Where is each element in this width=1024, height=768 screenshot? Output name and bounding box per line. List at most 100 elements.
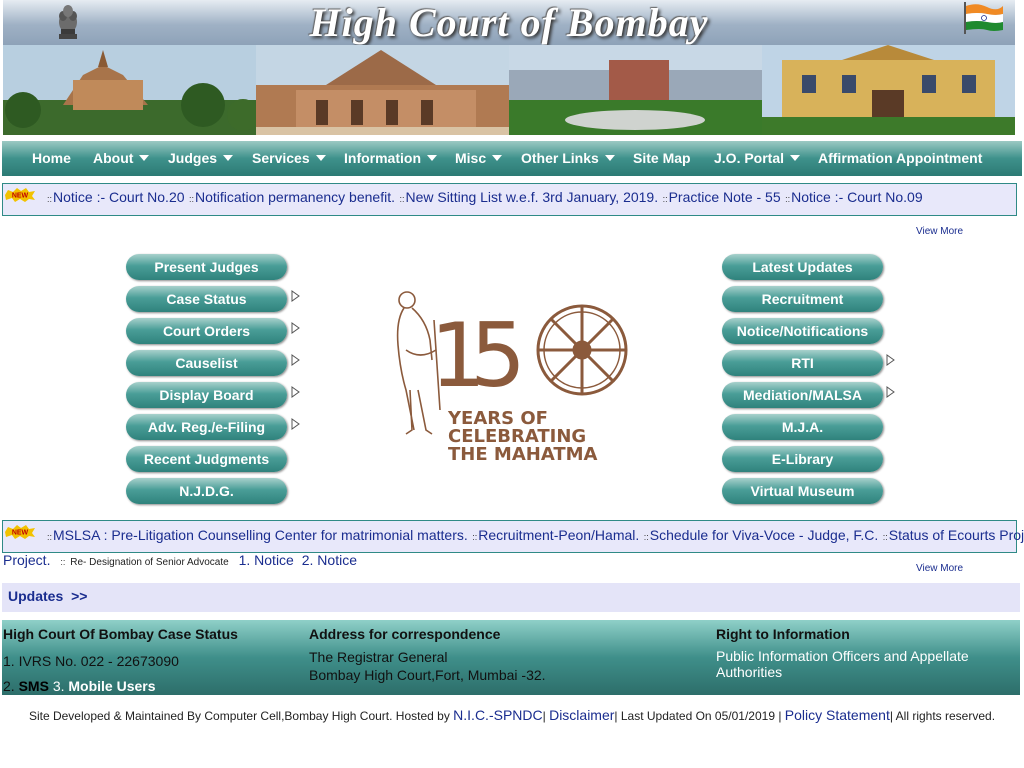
submenu-arrow-icon[interactable] [291, 386, 300, 398]
address-title: Address for correspondence [309, 626, 501, 642]
disclaimer-link[interactable]: Disclaimer [549, 707, 614, 723]
btn-virtual-museum[interactable]: Virtual Museum [722, 478, 883, 504]
item-number: 3. [52, 678, 65, 694]
ticker-link[interactable]: Recruitment-Peon/Hamal. [478, 527, 639, 543]
india-flag-icon [964, 2, 1003, 34]
notice-link-1[interactable]: 1. Notice [239, 552, 294, 568]
btn-present-judges[interactable]: Present Judges [126, 254, 287, 280]
btn-display-board[interactable]: Display Board [126, 382, 287, 408]
ticker-link[interactable]: Notice :- Court No.20 [53, 189, 185, 205]
button-label: M.J.A. [781, 419, 824, 435]
logo-line-3: THE MAHATMA [448, 444, 598, 462]
button-label: Virtual Museum [750, 483, 855, 499]
btn-njdg[interactable]: N.J.D.G. [126, 478, 287, 504]
nav-home[interactable]: Home [32, 141, 71, 176]
logo-5: 5 [470, 304, 526, 407]
separator: :: [47, 194, 53, 204]
nav-about[interactable]: About [93, 141, 150, 176]
button-label: Notice/Notifications [736, 323, 869, 339]
ticker-link[interactable]: MSLSA : Pre-Litigation Counselling Cente… [53, 527, 468, 543]
updates-text: Updates [8, 588, 64, 604]
nav-label: Misc [455, 150, 487, 166]
button-label: Latest Updates [752, 259, 853, 275]
nav-other-links[interactable]: Other Links [521, 141, 615, 176]
separator: :: [882, 532, 888, 542]
nav-label: Affirmation Appointment [818, 150, 983, 166]
nav-label: Home [32, 150, 71, 166]
notice-link-2[interactable]: 2. Notice [302, 552, 357, 568]
nav-site-map[interactable]: Site Map [633, 141, 691, 176]
building-photo-4 [762, 45, 1015, 135]
building-photo-3 [509, 45, 762, 135]
button-label: Display Board [159, 387, 254, 403]
nav-misc[interactable]: Misc [455, 141, 503, 176]
btn-mja[interactable]: M.J.A. [722, 414, 883, 440]
mobile-users-link[interactable]: Mobile Users [68, 678, 155, 694]
button-label: Court Orders [162, 323, 251, 339]
ticker-link[interactable]: Project. [3, 552, 50, 568]
button-label: Recruitment [761, 291, 844, 307]
last-updated-text: Last Updated On 05/01/2019 | [620, 709, 782, 723]
btn-latest-updates[interactable]: Latest Updates [722, 254, 883, 280]
ticker-link[interactable]: Status of Ecourts Project. [889, 527, 1024, 543]
submenu-arrow-icon[interactable] [291, 354, 300, 366]
rti-officers-link[interactable]: Public Information Officers and Appellat… [716, 648, 1006, 680]
btn-causelist[interactable]: Causelist [126, 350, 287, 376]
ticker-link[interactable]: New Sitting List w.e.f. 3rd January, 201… [405, 189, 658, 205]
view-more-link-top[interactable]: View More [916, 226, 963, 237]
nav-label: J.O. Portal [714, 150, 785, 166]
double-arrow-icon: >> [71, 588, 88, 604]
btn-notice-notifications[interactable]: Notice/Notifications [722, 318, 883, 344]
separator: :: [785, 194, 791, 204]
chevron-down-icon [223, 155, 234, 161]
button-label: N.J.D.G. [179, 483, 234, 499]
nav-services[interactable]: Services [252, 141, 326, 176]
btn-e-library[interactable]: E-Library [722, 446, 883, 472]
ticker-link[interactable]: Notice :- Court No.09 [791, 189, 923, 205]
footer-info-panel: High Court Of Bombay Case Status 1. IVRS… [2, 620, 1020, 695]
nav-affirmation-appointment[interactable]: Affirmation Appointment [818, 141, 982, 176]
separator: :: [399, 194, 405, 204]
nav-jo-portal[interactable]: J.O. Portal [714, 141, 801, 176]
policy-statement-link[interactable]: Policy Statement [785, 707, 890, 723]
btn-recruitment[interactable]: Recruitment [722, 286, 883, 312]
submenu-arrow-icon[interactable] [291, 322, 300, 334]
btn-court-orders[interactable]: Court Orders [126, 318, 287, 344]
submenu-arrow-icon[interactable] [886, 386, 895, 398]
button-label: Present Judges [154, 259, 259, 275]
btn-recent-judgments[interactable]: Recent Judgments [126, 446, 287, 472]
badge-label: NEW [12, 530, 29, 537]
button-label: Mediation/MALSA [743, 387, 862, 403]
updates-label[interactable]: Updates >> [8, 588, 87, 604]
separator: :: [47, 532, 53, 542]
submenu-arrow-icon[interactable] [886, 354, 895, 366]
nic-spndc-link[interactable]: N.I.C.-SPNDC [453, 707, 542, 723]
updates-bar[interactable]: Updates >> [2, 583, 1020, 612]
sms-link[interactable]: SMS [19, 678, 49, 694]
btn-adv-reg-efiling[interactable]: Adv. Reg./e-Filing [126, 414, 287, 440]
ticker-link[interactable]: Practice Note - 55 [669, 189, 781, 205]
button-label: RTI [791, 355, 814, 371]
ticker-link[interactable]: Schedule for Viva-Voce - Judge, F.C. [650, 527, 879, 543]
address-line-1: The Registrar General [309, 649, 448, 665]
separator: :: [188, 194, 194, 204]
rights-text: All rights reserved. [895, 709, 996, 723]
separator: :: [643, 532, 649, 542]
main-nav: Home About Judges Services Information M… [2, 141, 1022, 176]
nav-judges[interactable]: Judges [168, 141, 234, 176]
chevron-down-icon [139, 155, 150, 161]
btn-case-status[interactable]: Case Status [126, 286, 287, 312]
nav-label: Other Links [521, 150, 599, 166]
btn-mediation-malsa[interactable]: Mediation/MALSA [722, 382, 883, 408]
submenu-arrow-icon[interactable] [291, 418, 300, 430]
chevron-down-icon [315, 155, 326, 161]
new-badge-icon: NEW [5, 188, 35, 202]
ticker-link[interactable]: Notification permanency benefit. [195, 189, 395, 205]
submenu-arrow-icon[interactable] [291, 290, 300, 302]
nav-information[interactable]: Information [344, 141, 437, 176]
view-more-link-bottom[interactable]: View More [916, 563, 963, 574]
chevron-down-icon [492, 155, 503, 161]
btn-rti[interactable]: RTI [722, 350, 883, 376]
nav-label: Services [252, 150, 310, 166]
nav-label: Site Map [633, 150, 691, 166]
